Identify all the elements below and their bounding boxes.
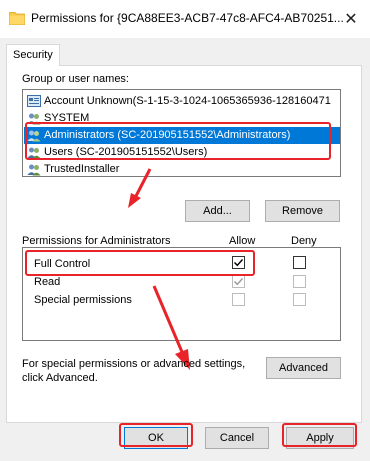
users-icon: [27, 112, 41, 125]
advanced-button[interactable]: Advanced: [266, 357, 341, 379]
window-title: Permissions for {9CA88EE3-ACB7-47c8-AFC4…: [31, 11, 344, 25]
unknown-account-icon: [27, 95, 41, 108]
folder-icon: [8, 12, 26, 26]
list-item-label: TrustedInstaller: [44, 163, 120, 175]
list-item-label: Users (SC-201905151552\Users): [44, 146, 208, 158]
permission-name: Read: [34, 276, 61, 288]
annotation-arrow: [128, 168, 152, 208]
special-deny-checkbox[interactable]: [293, 293, 306, 306]
ok-button-label: OK: [148, 432, 164, 444]
full-control-deny-checkbox[interactable]: [293, 256, 306, 269]
add-button[interactable]: Add...: [185, 200, 250, 222]
list-item[interactable]: TrustedInstaller: [24, 161, 340, 176]
apply-button-label: Apply: [306, 432, 334, 444]
remove-button[interactable]: Remove: [265, 200, 340, 222]
checkmark-icon: [234, 278, 244, 286]
close-icon: ✕: [344, 11, 358, 28]
checkmark-icon: [234, 259, 244, 267]
list-item[interactable]: Users (SC-201905151552\Users): [24, 144, 340, 161]
tab-label: Security: [13, 49, 53, 61]
list-item-label: Account Unknown(S-1-15-3-1024-1065365936…: [44, 95, 331, 107]
users-icon: [27, 163, 41, 176]
full-control-allow-checkbox[interactable]: [232, 256, 245, 269]
ok-button[interactable]: OK: [124, 427, 188, 449]
list-item-label: SYSTEM: [44, 112, 90, 124]
permission-name: Special permissions: [34, 294, 132, 306]
close-button[interactable]: ✕: [336, 4, 366, 34]
special-allow-checkbox[interactable]: [232, 293, 245, 306]
read-deny-checkbox[interactable]: [293, 275, 306, 288]
permission-name: Full Control: [34, 258, 91, 270]
list-item[interactable]: Account Unknown(S-1-15-3-1024-1065365936…: [24, 93, 340, 110]
group-listbox[interactable]: Account Unknown(S-1-15-3-1024-1065365936…: [22, 89, 341, 177]
remove-button-label: Remove: [282, 205, 323, 217]
list-item-selected[interactable]: Administrators (SC-201905151552\Administ…: [24, 127, 340, 144]
permissions-header: Permissions for Administrators: [22, 235, 171, 247]
read-allow-checkbox[interactable]: [232, 275, 245, 288]
cancel-button-label: Cancel: [219, 432, 255, 444]
users-icon: [27, 129, 41, 142]
deny-column-header: Deny: [291, 235, 317, 247]
advanced-hint-line1: For special permissions or advanced sett…: [22, 358, 246, 370]
add-button-label: Add...: [203, 205, 232, 217]
tab-security[interactable]: Security: [6, 44, 60, 66]
users-icon: [27, 146, 41, 159]
advanced-button-label: Advanced: [279, 362, 328, 374]
allow-column-header: Allow: [229, 235, 256, 247]
list-item[interactable]: SYSTEM: [24, 110, 340, 127]
advanced-hint-line2: click Advanced.: [22, 372, 98, 384]
cancel-button[interactable]: Cancel: [205, 427, 269, 449]
group-list-label: Group or user names:: [22, 73, 129, 85]
list-item-label: Administrators (SC-201905151552\Administ…: [44, 129, 291, 141]
apply-button[interactable]: Apply: [286, 427, 354, 449]
